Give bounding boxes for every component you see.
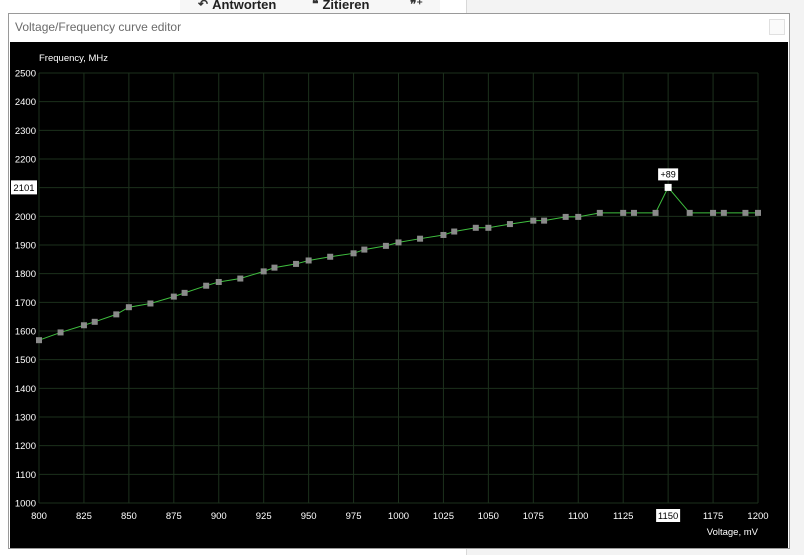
vf-curve-point[interactable] [472, 224, 479, 231]
vf-curve-chart[interactable]: 1000 1100 1200 1300 1400 1500 1600 1700 1800 1900… [10, 42, 788, 548]
vf-curve-point[interactable] [530, 217, 537, 224]
vf-curve-point[interactable] [620, 209, 627, 216]
y-tick-label: 1900 [15, 241, 36, 252]
vf-curve-point[interactable] [686, 209, 693, 216]
vf-curve-plot[interactable]: 1000 1100 1200 1300 1400 1500 1600 1700 1800 1900… [10, 42, 788, 548]
y-tick-label: 2400 [15, 97, 36, 108]
x-tick-label: 1025 [433, 511, 454, 522]
vf-curve-point[interactable] [36, 337, 42, 344]
vf-curve-point[interactable] [181, 289, 188, 296]
x-axis-title: Voltage, mV [707, 527, 759, 538]
vf-curve-point[interactable] [417, 235, 424, 242]
vf-curve-point[interactable] [652, 209, 659, 216]
reply-button[interactable]: ↶ Antworten [198, 0, 276, 12]
vf-curve-point[interactable] [596, 209, 603, 216]
y-tick-label: 1200 [15, 441, 36, 452]
vf-curve-point-selected[interactable] [664, 183, 672, 191]
x-tick-label: 950 [301, 511, 317, 522]
vf-curve-point[interactable] [327, 253, 334, 260]
reply-button-label: Antworten [212, 0, 277, 12]
vf-curve-point[interactable] [710, 209, 717, 216]
vf-curve-point[interactable] [742, 209, 749, 216]
vf-curve-point[interactable] [485, 224, 492, 231]
vf-curve-point[interactable] [720, 209, 727, 216]
vf-curve-point[interactable] [203, 282, 210, 289]
quote-button[interactable]: ❝ Zitieren [312, 0, 369, 12]
vf-curve-point[interactable] [215, 278, 222, 285]
vf-curve-editor-window: Voltage/Frequency curve editor 1000 1100 1… [8, 13, 790, 549]
vf-curve-point[interactable] [125, 304, 132, 311]
x-tick-label: 1050 [478, 511, 499, 522]
x-tick-label: 875 [166, 511, 182, 522]
vf-curve-point[interactable] [305, 257, 312, 264]
x-tick-label: 825 [76, 511, 92, 522]
close-icon[interactable] [769, 19, 785, 35]
more-button[interactable]: ❞⁺ [410, 0, 423, 12]
vf-curve-point[interactable] [630, 209, 637, 216]
vf-curve-point[interactable] [541, 217, 548, 224]
vf-curve-point[interactable] [80, 322, 87, 329]
vf-curve-point[interactable] [57, 329, 64, 336]
vf-curve-point[interactable] [271, 264, 278, 271]
vf-curve-point[interactable] [170, 293, 177, 300]
y-tick-label: 2300 [15, 126, 36, 137]
vf-curve-point[interactable] [562, 213, 569, 220]
window-title: Voltage/Frequency curve editor [15, 20, 182, 34]
x-tick-label: 850 [121, 511, 137, 522]
y-axis-title: Frequency, MHz [39, 53, 108, 64]
vf-curve-point[interactable] [113, 311, 120, 318]
y-tick-label: 1800 [15, 269, 36, 280]
y-tick-label: 1100 [16, 470, 36, 481]
vf-curve-point[interactable] [440, 231, 447, 238]
x-readout: 1150 [658, 511, 678, 522]
x-tick-label: 1100 [568, 511, 588, 522]
y-readout: 2101 [13, 183, 34, 194]
x-tick-label: 900 [211, 511, 227, 522]
quote-button-label: Zitieren [322, 0, 370, 12]
offset-label: +89 [660, 169, 675, 179]
y-tick-label: 2200 [15, 155, 36, 166]
vf-curve-point[interactable] [361, 246, 368, 253]
vf-curve-point[interactable] [293, 260, 300, 267]
vf-curve-point[interactable] [382, 242, 389, 249]
window-titlebar[interactable]: Voltage/Frequency curve editor [9, 14, 789, 41]
y-tick-label: 2500 [15, 69, 36, 80]
y-tick-label: 1300 [15, 413, 36, 424]
x-tick-label: 975 [346, 511, 362, 522]
vf-curve-point[interactable] [350, 250, 357, 257]
x-tick-label: 1000 [388, 511, 409, 522]
vf-curve-point[interactable] [755, 209, 761, 216]
vf-curve-point[interactable] [147, 300, 154, 307]
vf-curve-point[interactable] [506, 221, 513, 228]
y-tick-label: 1000 [15, 499, 36, 510]
x-tick-label: 925 [256, 511, 272, 522]
background-post-toolbar: ↶ Antworten ❝ Zitieren ❞⁺ [180, 0, 440, 14]
x-tick-label: 1075 [523, 511, 544, 522]
vf-curve-point[interactable] [237, 275, 244, 282]
x-tick-label: 1175 [703, 511, 723, 522]
vf-curve-point[interactable] [575, 213, 582, 220]
reply-icon: ↶ [198, 0, 209, 11]
y-tick-label: 1700 [15, 298, 36, 309]
y-tick-label: 1500 [15, 355, 36, 366]
vf-curve-point[interactable] [91, 318, 98, 325]
quote-icon: ❝ [312, 0, 319, 11]
y-tick-label: 1400 [15, 384, 36, 395]
y-tick-label: 1600 [15, 327, 36, 338]
x-tick-label: 1125 [613, 511, 633, 522]
add-quote-icon: ❞⁺ [410, 0, 423, 11]
vf-curve-point[interactable] [395, 239, 402, 246]
x-tick-label: 1200 [747, 511, 768, 522]
vf-curve-point[interactable] [260, 268, 267, 275]
x-tick-label: 800 [31, 511, 47, 522]
vf-curve-point[interactable] [451, 228, 458, 235]
y-tick-label: 2000 [15, 212, 36, 223]
